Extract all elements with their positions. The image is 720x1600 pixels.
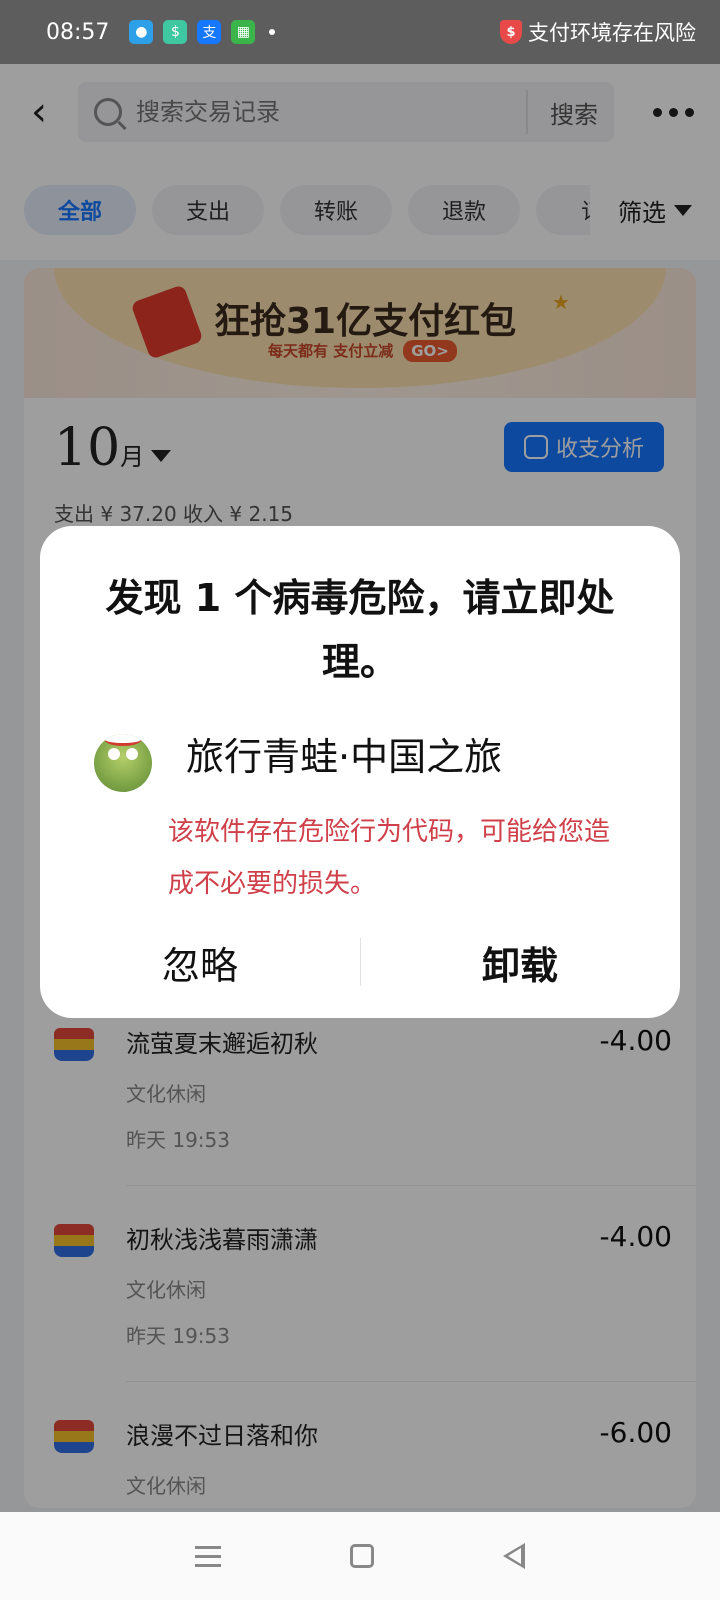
shop-icon: ▦ [231,20,256,44]
risk-text: 支付环境存在风险 [528,21,696,45]
app-name: 旅行青蛙·中国之旅 [186,735,503,779]
clock: 08:57 [46,19,110,45]
system-nav-bar [0,1512,720,1600]
virus-warning-dialog: 发现 1 个病毒危险，请立即处理。 旅行青蛙·中国之旅 该软件存在危险行为代码，… [40,526,680,1018]
home-icon[interactable] [349,1544,374,1568]
payment-risk-indicator: $ 支付环境存在风险 [500,17,696,47]
menu-icon[interactable] [194,1545,221,1567]
wallet-icon: $ [163,20,188,44]
alipay-icon: 支 [197,20,222,44]
app-icon [94,734,152,792]
warning-text: 该软件存在危险行为代码，可能给您造成不必要的损失。 [168,817,611,899]
ignore-button[interactable]: 忽略 [40,926,360,998]
qq-icon: ● [129,20,154,44]
status-bar: 08:57 ● $ 支 ▦ $ 支付环境存在风险 [0,0,720,64]
notification-icons: ● $ 支 ▦ [129,20,256,44]
uninstall-button[interactable]: 卸载 [360,926,680,998]
more-notifications-dot [269,29,276,35]
back-triangle-icon[interactable] [503,1543,526,1569]
dialog-title: 发现 1 个病毒危险，请立即处理。 [105,576,615,684]
shield-icon: $ [500,20,522,44]
